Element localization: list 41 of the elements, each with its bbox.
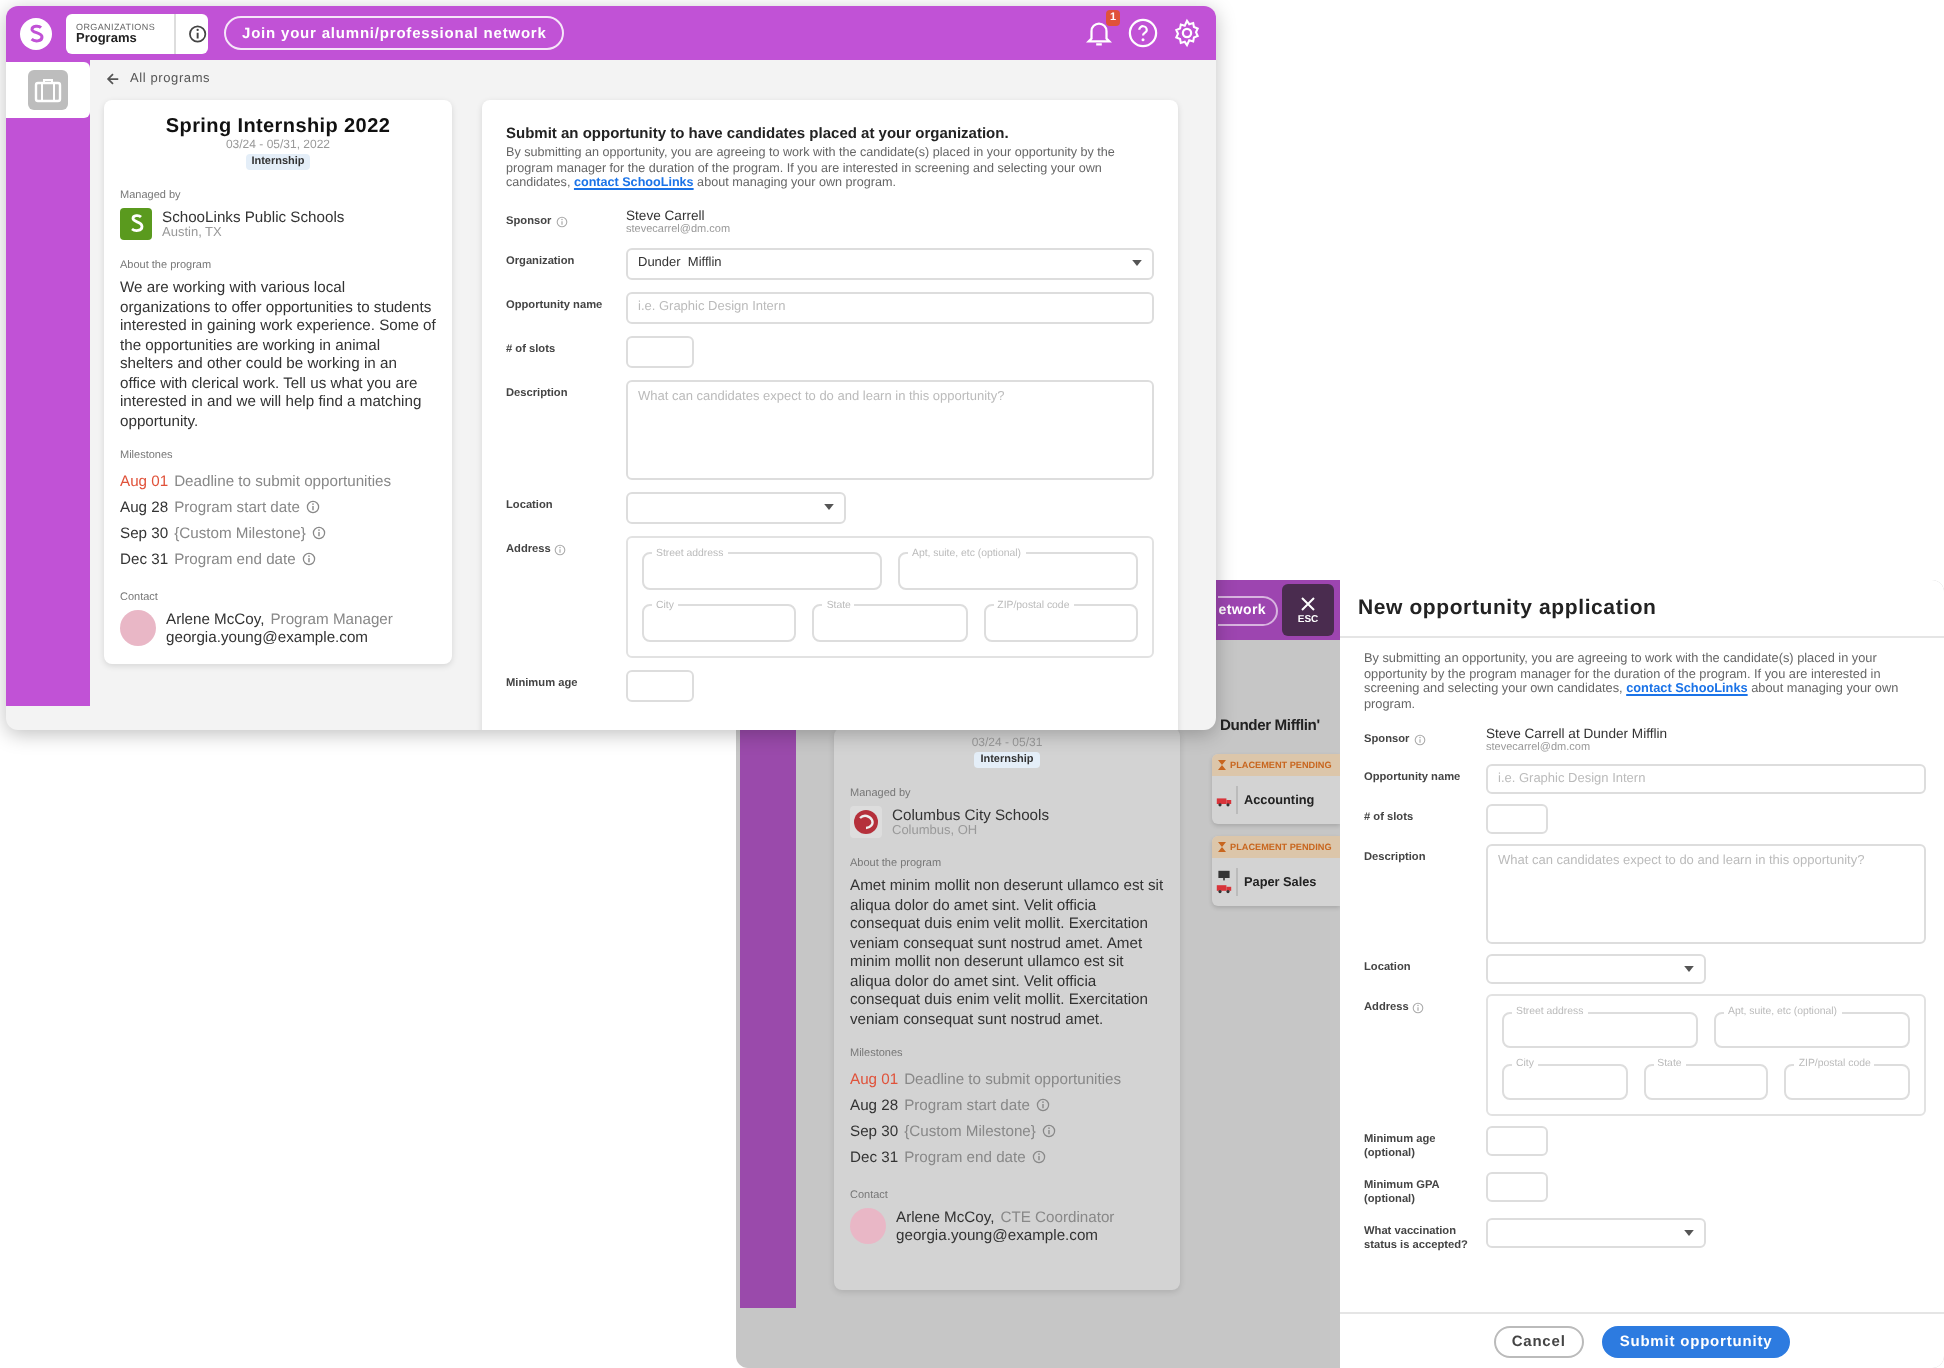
info-icon [311,526,326,540]
caret-icon [1132,260,1142,267]
avatar [850,1208,886,1244]
logo-icon [850,806,882,838]
close-icon [1300,595,1316,611]
caret-icon [1684,966,1694,973]
info-icon [301,552,316,566]
input-field[interactable] [1486,1172,1548,1203]
caret-icon [824,504,834,511]
arrow-left-icon [106,72,120,86]
info-icon [555,215,568,228]
truck-icon [1216,786,1238,814]
input-field[interactable] [626,335,694,368]
help-icon[interactable] [1128,18,1158,48]
dropdown[interactable] [1486,954,1706,985]
caret-icon [1684,1230,1694,1237]
info-icon [188,23,208,43]
input-field[interactable] [1486,1126,1548,1157]
settings-icon[interactable] [1172,18,1202,48]
info-icon [554,543,567,556]
input-field[interactable] [1486,804,1548,835]
input-field[interactable] [626,669,694,702]
program-title: Spring Internship 2022 [163,116,393,138]
avatar [120,610,156,646]
logo-icon [120,208,152,240]
hourglass-icon [1218,842,1226,852]
info-icon [1041,1124,1056,1138]
hourglass-icon [1218,760,1226,770]
info-icon [1035,1098,1050,1112]
info-icon [1413,734,1426,747]
dialog-title: New opportunity application [1358,596,1657,620]
info-icon [305,500,320,514]
monitor-and-truck-icon [1216,868,1238,896]
logo-icon[interactable] [20,17,52,49]
sidebar-tab[interactable] [6,62,90,118]
info-icon [1412,1002,1425,1015]
bell-icon[interactable] [1084,18,1114,48]
info-icon [1031,1150,1046,1164]
dropdown[interactable] [626,491,846,524]
briefcase-icon [28,70,68,110]
dropdown[interactable] [1486,1218,1706,1249]
